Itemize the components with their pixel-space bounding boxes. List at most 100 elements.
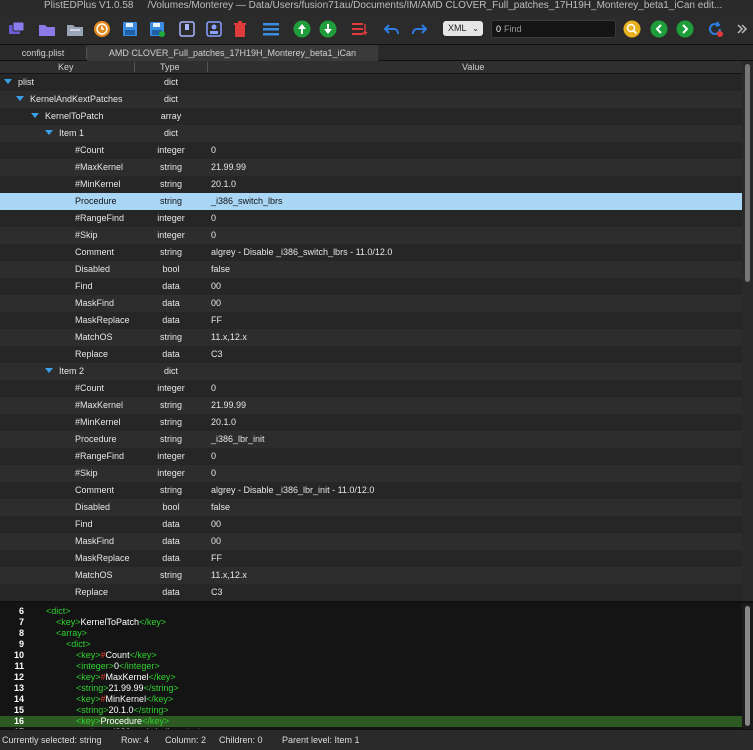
source-line[interactable]: 11 <integer>0</integer>	[0, 661, 742, 672]
outline-scrollbar[interactable]	[742, 61, 753, 601]
outline-row[interactable]: Procedure string _i386_lbr_init	[0, 431, 742, 448]
source-line[interactable]: 12 <key>#MaxKernel</key>	[0, 672, 742, 683]
outline-row[interactable]: MatchOS string 11.x,12.x	[0, 329, 742, 346]
move-up-icon[interactable]	[293, 20, 311, 38]
row-type[interactable]: dict	[136, 74, 206, 91]
outline-row[interactable]: #RangeFind integer 0	[0, 210, 742, 227]
source-line[interactable]: 13 <string>21.99.99</string>	[0, 683, 742, 694]
outline-row[interactable]: Item 1 dict	[0, 125, 742, 142]
row-type[interactable]: integer	[136, 227, 206, 244]
row-type[interactable]: data	[136, 533, 206, 550]
source-line[interactable]: 7 <key>KernelToPatch</key>	[0, 617, 742, 628]
disclosure-triangle-icon[interactable]	[31, 113, 39, 119]
outline-row[interactable]: #Skip integer 0	[0, 465, 742, 482]
row-type[interactable]: string	[136, 193, 206, 210]
row-value[interactable]: false	[211, 499, 230, 516]
row-type[interactable]: integer	[136, 465, 206, 482]
row-value[interactable]: 20.1.0	[211, 176, 236, 193]
row-value[interactable]: C3	[211, 346, 223, 363]
row-type[interactable]: integer	[136, 380, 206, 397]
outline-row[interactable]: #RangeFind integer 0	[0, 448, 742, 465]
history-icon[interactable]	[93, 20, 111, 38]
recent-files-icon[interactable]	[66, 20, 84, 38]
sort-icon[interactable]	[351, 20, 369, 38]
column-type-header[interactable]: Type	[160, 61, 180, 73]
row-type[interactable]: bool	[136, 261, 206, 278]
row-type[interactable]: string	[136, 176, 206, 193]
row-type[interactable]: data	[136, 550, 206, 567]
new-item-icon[interactable]	[178, 20, 196, 38]
outline-row[interactable]: Comment string algrey - Disable _i386_lbr_…	[0, 482, 742, 499]
row-type[interactable]: string	[136, 482, 206, 499]
row-type[interactable]: dict	[136, 91, 206, 108]
outline-row[interactable]: #MinKernel string 20.1.0	[0, 414, 742, 431]
disclosure-triangle-icon[interactable]	[45, 368, 53, 374]
source-scrollbar[interactable]	[742, 603, 753, 729]
outline-row[interactable]: Procedure string _i386_switch_lbrs	[0, 193, 742, 210]
outline-row[interactable]: Find data 00	[0, 516, 742, 533]
outline-row[interactable]: #Skip integer 0	[0, 227, 742, 244]
outline-row[interactable]: Replace data C3	[0, 584, 742, 601]
outline-row[interactable]: Disabled bool false	[0, 261, 742, 278]
move-down-icon[interactable]	[319, 20, 337, 38]
outline-row[interactable]: Item 2 dict	[0, 363, 742, 380]
outline-row[interactable]: MaskReplace data FF	[0, 550, 742, 567]
row-type[interactable]: data	[136, 312, 206, 329]
row-type[interactable]: data	[136, 278, 206, 295]
search-input[interactable]: 0 Find	[491, 20, 616, 38]
new-child-icon[interactable]	[205, 20, 223, 38]
outline-row[interactable]: MaskFind data 00	[0, 533, 742, 550]
row-value[interactable]: 00	[211, 295, 221, 312]
row-value[interactable]: 0	[211, 227, 216, 244]
open-folder-icon[interactable]	[38, 20, 56, 38]
row-value[interactable]: 21.99.99	[211, 397, 246, 414]
row-value[interactable]: FF	[211, 312, 222, 329]
row-type[interactable]: dict	[136, 363, 206, 380]
row-type[interactable]: string	[136, 567, 206, 584]
row-value[interactable]: _i386_switch_lbrs	[211, 193, 283, 210]
outline-row[interactable]: KernelToPatch array	[0, 108, 742, 125]
save-as-icon[interactable]	[148, 20, 166, 38]
row-type[interactable]: array	[136, 108, 206, 125]
save-icon[interactable]	[121, 20, 139, 38]
row-type[interactable]: string	[136, 329, 206, 346]
new-window-icon[interactable]	[8, 20, 26, 38]
delete-icon[interactable]	[231, 20, 249, 38]
outline-row[interactable]: Replace data C3	[0, 346, 742, 363]
row-value[interactable]: C3	[211, 584, 223, 601]
row-value[interactable]: 00	[211, 533, 221, 550]
row-value[interactable]: 11.x,12.x	[211, 567, 247, 584]
redo-icon[interactable]	[410, 20, 428, 38]
source-line[interactable]: 10 <key>#Count</key>	[0, 650, 742, 661]
row-type[interactable]: integer	[136, 210, 206, 227]
row-value[interactable]: algrey - Disable _i386_lbr_init - 11.0/1…	[211, 482, 374, 499]
row-value[interactable]: 0	[211, 448, 216, 465]
refresh-icon[interactable]	[706, 20, 724, 38]
outline-row[interactable]: #Count integer 0	[0, 142, 742, 159]
row-type[interactable]: data	[136, 516, 206, 533]
row-type[interactable]: integer	[136, 448, 206, 465]
disclosure-triangle-icon[interactable]	[4, 79, 12, 85]
disclosure-triangle-icon[interactable]	[45, 130, 53, 136]
row-type[interactable]: dict	[136, 125, 206, 142]
outline-row[interactable]: #MaxKernel string 21.99.99	[0, 397, 742, 414]
row-type[interactable]: data	[136, 584, 206, 601]
row-type[interactable]: string	[136, 414, 206, 431]
source-line[interactable]: 9 <dict>	[0, 639, 742, 650]
row-type[interactable]: string	[136, 159, 206, 176]
disclosure-triangle-icon[interactable]	[16, 96, 24, 102]
outline-row[interactable]: KernelAndKextPatches dict	[0, 91, 742, 108]
row-value[interactable]: 0	[211, 142, 216, 159]
row-type[interactable]: string	[136, 244, 206, 261]
outline-row[interactable]: MaskFind data 00	[0, 295, 742, 312]
find-previous-icon[interactable]	[650, 20, 668, 38]
column-divider[interactable]	[207, 62, 208, 72]
source-line[interactable]: 6 <dict>	[0, 606, 742, 617]
undo-icon[interactable]	[383, 20, 401, 38]
outline-row[interactable]: MaskReplace data FF	[0, 312, 742, 329]
scrollbar-thumb[interactable]	[745, 64, 750, 282]
column-divider[interactable]	[134, 62, 135, 72]
tab-amd-clover-plist[interactable]: AMD CLOVER_Full_patches_17H19H_Monterey_…	[87, 45, 378, 74]
outline-row[interactable]: #MaxKernel string 21.99.99	[0, 159, 742, 176]
search-icon[interactable]	[623, 20, 641, 38]
